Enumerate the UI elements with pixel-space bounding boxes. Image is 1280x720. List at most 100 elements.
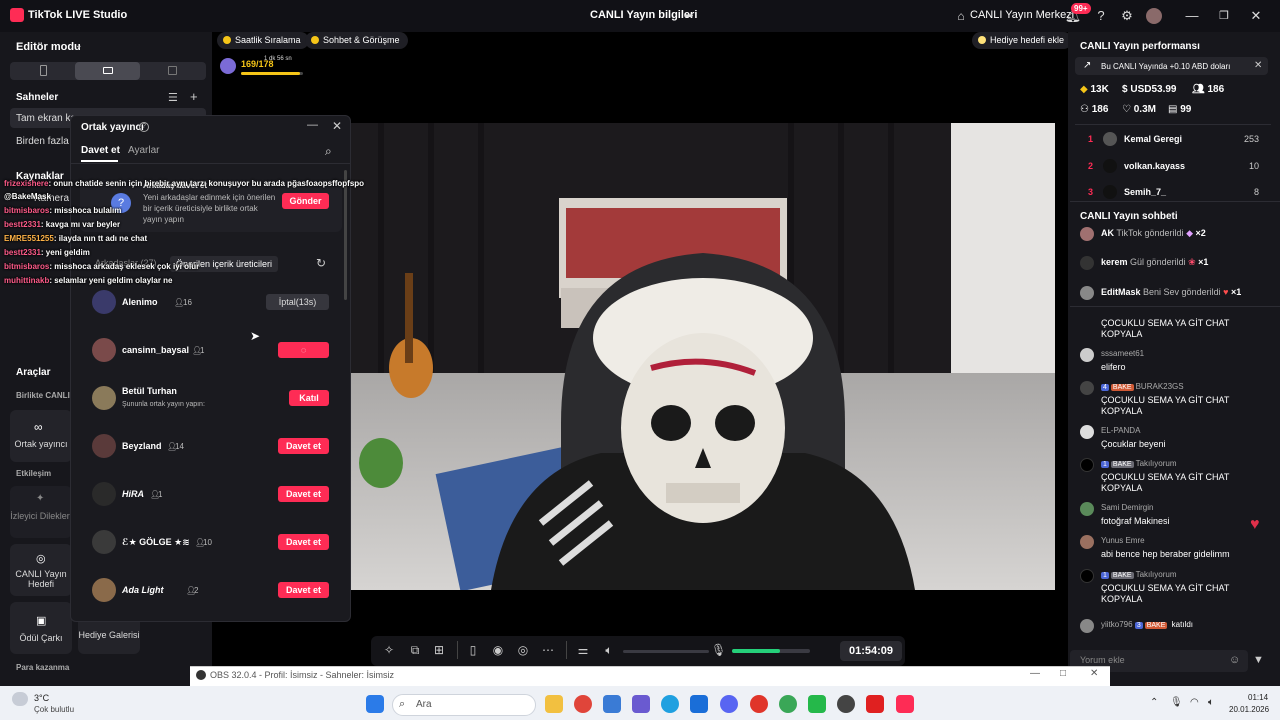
avatar[interactable] [1080, 569, 1094, 583]
avatar[interactable] [1080, 619, 1094, 633]
more-icon[interactable]: ⋯ [541, 643, 555, 657]
clock-time[interactable]: 01:14 [1248, 693, 1268, 702]
editor-mode-label[interactable]: Editör modu [16, 41, 81, 53]
avatar[interactable] [92, 338, 116, 362]
list-icon[interactable]: ☰ [168, 91, 178, 104]
close-modal-icon[interactable]: ✕ [332, 119, 342, 133]
phone-icon[interactable]: ▯ [466, 643, 480, 657]
landscape-icon[interactable] [103, 67, 113, 74]
minimize-modal-icon[interactable]: — [307, 119, 318, 131]
wifi-icon[interactable]: ◠ [1190, 697, 1199, 708]
microphone-icon[interactable]: 🎙︎ [711, 643, 726, 657]
magic-wand-icon[interactable]: ✧ [382, 643, 396, 657]
weather-icon[interactable] [12, 692, 28, 706]
chat-username[interactable]: sssameet61 [1101, 349, 1144, 358]
chrome-icon[interactable] [574, 695, 592, 713]
cancel-invite-button[interactable]: İptal(13s) [266, 294, 329, 310]
tray-chevron-icon[interactable]: ⌃ [1150, 697, 1158, 708]
avatar[interactable] [92, 482, 116, 506]
chat-username[interactable]: EL-PANDA [1101, 426, 1140, 435]
windows-start-icon[interactable] [366, 695, 384, 713]
speaker-icon[interactable]: 🔈︎ [602, 643, 616, 657]
hourly-rank-pill[interactable]: Saatlik Sıralama [217, 32, 309, 49]
chat-username-row[interactable]: 1 BAKE Takılıyorum [1101, 570, 1177, 579]
close-icon[interactable]: ✕ [1247, 7, 1265, 25]
avatar[interactable] [1103, 185, 1117, 199]
invite-button[interactable]: Davet et [278, 534, 329, 550]
maximize-icon[interactable]: ❐ [1215, 7, 1233, 25]
avatar[interactable] [1146, 8, 1162, 24]
avatar[interactable] [1080, 502, 1094, 516]
avatar[interactable] [92, 290, 116, 314]
refresh-icon[interactable]: ↻ [316, 256, 326, 270]
tray-mic-icon[interactable]: 🎙︎ [1170, 697, 1183, 708]
avatar[interactable] [92, 530, 116, 554]
avatar[interactable] [1080, 381, 1094, 395]
avatar[interactable] [1080, 348, 1094, 362]
home-icon[interactable]: ⌂ [952, 7, 970, 25]
record-icon[interactable]: ◉ [491, 643, 505, 657]
obs-maximize-icon[interactable]: □ [1060, 668, 1066, 679]
chat-username[interactable]: Yunus Emre [1101, 536, 1145, 545]
audio-settings-icon[interactable]: ⚌ [576, 643, 590, 657]
clock-date[interactable]: 20.01.2026 [1229, 705, 1269, 714]
creator-name[interactable]: Alenimo [122, 297, 158, 307]
chat-username-row[interactable]: 4 BAKE BURAK23GS [1101, 382, 1184, 391]
obs-minimize-icon[interactable]: — [1030, 668, 1040, 679]
file-explorer-icon[interactable] [545, 695, 563, 713]
invite-button[interactable]: Davet et [278, 486, 329, 502]
reward-wheel-tool[interactable] [10, 602, 72, 654]
join-button[interactable]: Katıl [289, 390, 329, 406]
effects-icon[interactable]: ⧉ [408, 643, 422, 657]
creator-name[interactable]: ℰ★ GÖLGE ★≋ [122, 537, 190, 548]
share-icon[interactable]: ➦ [680, 7, 698, 25]
send-button[interactable]: Gönder [282, 193, 329, 209]
creator-name[interactable]: Ada Light [122, 585, 164, 595]
close-promo-icon[interactable]: ✕ [1254, 60, 1262, 71]
temperature[interactable]: 3°C [34, 693, 49, 703]
volume-slider[interactable] [623, 650, 709, 653]
add-gift-goal-pill[interactable]: Hediye hedefi ekle [972, 32, 1073, 49]
avatar[interactable] [92, 578, 116, 602]
avatar[interactable] [1080, 425, 1094, 439]
opera-icon[interactable] [750, 695, 768, 713]
avatar[interactable] [92, 434, 116, 458]
dual-icon[interactable] [168, 66, 177, 75]
rank-name[interactable]: Semih_7_ [1124, 187, 1166, 197]
avatar[interactable] [1080, 535, 1094, 549]
help-icon[interactable]: ? [1092, 7, 1110, 25]
tab-invite[interactable]: Davet et [81, 145, 120, 156]
obs-taskbar-icon[interactable] [837, 695, 855, 713]
avatar[interactable] [1080, 458, 1094, 472]
edge-icon[interactable] [661, 695, 679, 713]
creator-name[interactable]: Betül Turhan [122, 386, 177, 396]
youtube-icon[interactable] [866, 695, 884, 713]
tiktok-live-icon[interactable] [896, 695, 914, 713]
live-center-link[interactable]: CANLI Yayın Merkezi [970, 9, 1074, 21]
creator-name[interactable]: cansinn_baysal [122, 345, 189, 355]
invite-button[interactable]: Davet et [278, 582, 329, 598]
loading-button[interactable]: ◌ [278, 342, 329, 358]
chevron-down-icon[interactable]: ⌄ [75, 40, 83, 51]
avatar[interactable] [1103, 159, 1117, 173]
add-icon[interactable]: + [190, 89, 198, 104]
search-icon[interactable]: ⌕ [325, 144, 332, 159]
add-source-icon[interactable]: ⊞ [432, 643, 446, 657]
avatar[interactable] [1103, 132, 1117, 146]
chrome-alt-icon[interactable] [779, 695, 797, 713]
invite-button[interactable]: Davet et [278, 438, 329, 454]
scene-item-multi[interactable]: Birden fazla v [16, 136, 77, 147]
info-icon[interactable]: ? [139, 122, 149, 132]
chat-meet-pill[interactable]: Sohbet & Görüşme [305, 32, 408, 49]
speaker-tray-icon[interactable]: 🔈︎ [1208, 697, 1214, 708]
portrait-icon[interactable] [40, 65, 47, 76]
chat-username[interactable]: Sami Demirgin [1101, 503, 1153, 512]
modal-scrollbar[interactable] [344, 170, 347, 300]
chat-username-row[interactable]: 1 BAKE Takılıyorum [1101, 459, 1177, 468]
creator-name[interactable]: HiRA [122, 489, 144, 499]
gear-icon[interactable]: ⚙ [1118, 7, 1136, 25]
tab-settings[interactable]: Ayarlar [128, 145, 160, 156]
co-host-tool[interactable] [10, 410, 72, 462]
creator-name[interactable]: Beyzland [122, 441, 162, 451]
emoji-icon[interactable]: ☺ [1229, 654, 1240, 666]
